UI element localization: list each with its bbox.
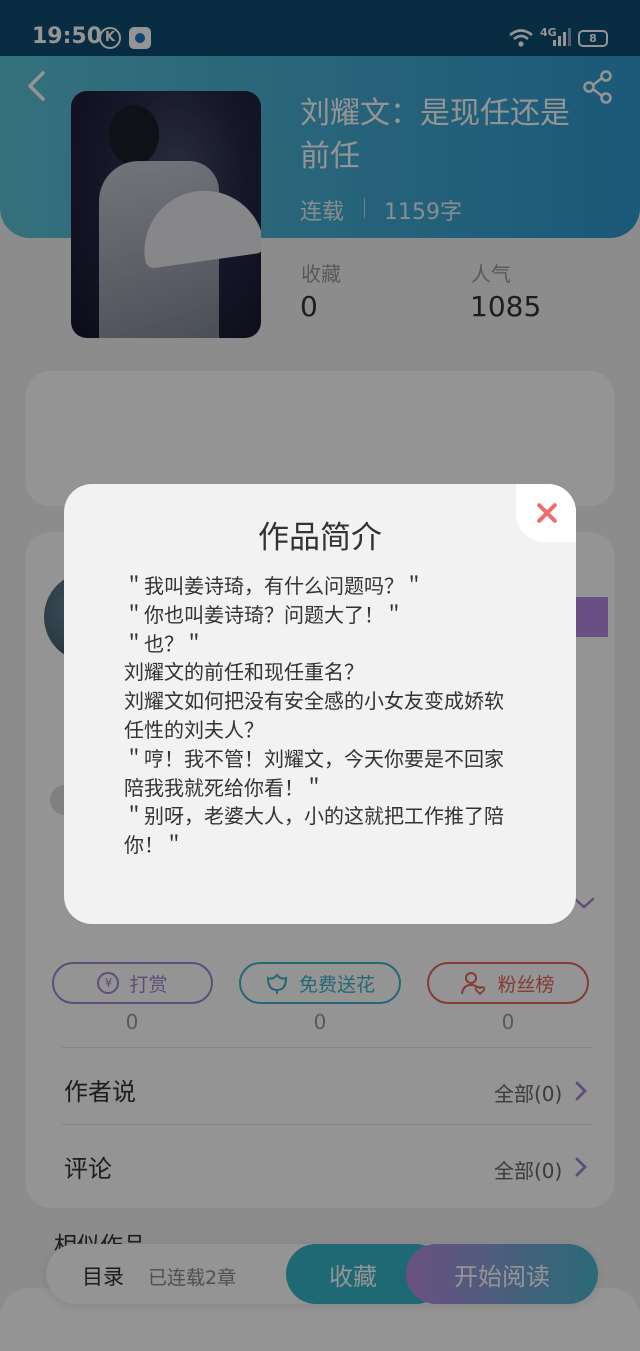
synopsis-line: ＂我叫姜诗琦，有什么问题吗？＂ <box>124 574 424 598</box>
synopsis-text: ＂我叫姜诗琦，有什么问题吗？＂ ＂你也叫姜诗琦？问题大了！＂ ＂也？＂ 刘耀文的… <box>124 572 516 860</box>
synopsis-line: ＂哼！我不管！刘耀文，今天你要是不回家陪我我就死给你看！＂ <box>124 746 504 800</box>
synopsis-dialog: 作品简介 ＂我叫姜诗琦，有什么问题吗？＂ ＂你也叫姜诗琦？问题大了！＂ ＂也？＂… <box>64 484 576 924</box>
synopsis-line: 刘耀文如何把没有安全感的小女友变成娇软任性的刘夫人？ <box>124 689 504 742</box>
synopsis-line: 刘耀文的前任和现任重名？ <box>124 660 364 685</box>
dialog-title: 作品简介 <box>258 520 382 556</box>
synopsis-line: ＂也？＂ <box>124 631 204 656</box>
synopsis-line: ＂别呀，老婆大人，小的这就把工作推了陪你！＂ <box>124 804 504 858</box>
synopsis-line: ＂你也叫姜诗琦？问题大了！＂ <box>124 602 404 627</box>
close-icon[interactable] <box>516 484 576 542</box>
